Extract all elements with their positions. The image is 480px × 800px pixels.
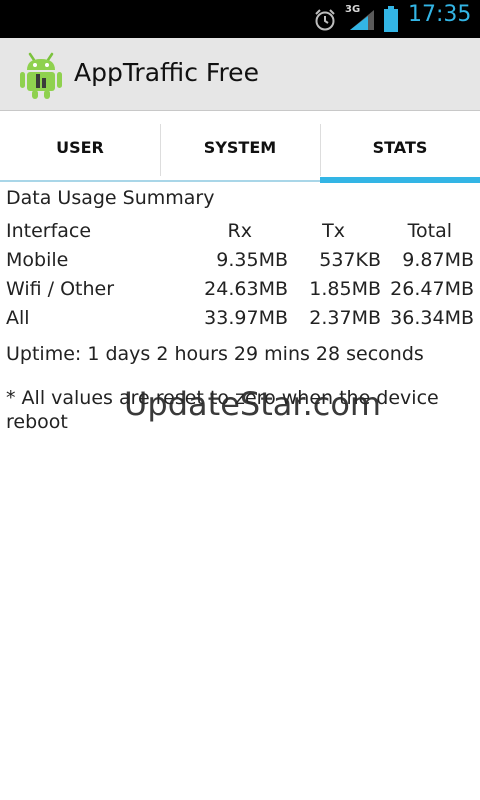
app-title: AppTraffic Free: [74, 58, 259, 87]
tab-stats-indicator: [320, 177, 480, 183]
interface-name: Mobile: [6, 249, 69, 271]
total-value: 36.34MB: [390, 307, 474, 329]
tab-bar: USER SYSTEM STATS: [0, 120, 480, 183]
tab-stats-label: STATS: [372, 138, 428, 157]
tx-value: 1.85MB: [309, 278, 381, 300]
interface-name: All: [6, 307, 30, 329]
rx-value: 33.97MB: [204, 307, 288, 329]
tx-value: 2.37MB: [309, 307, 381, 329]
column-header-total: Total: [407, 220, 452, 242]
tab-user-indicator: [0, 180, 160, 182]
total-value: 9.87MB: [402, 249, 474, 271]
tx-value: 537KB: [319, 249, 381, 271]
action-bar: AppTraffic Free: [0, 38, 480, 111]
column-header-tx: Tx: [322, 220, 345, 242]
tab-user[interactable]: USER: [0, 120, 160, 183]
column-header-interface: Interface: [6, 220, 92, 242]
stats-row-mobile: Mobile 9.35MB 537KB 9.87MB: [0, 249, 480, 278]
total-value: 26.47MB: [390, 278, 474, 300]
tab-system-indicator: [160, 180, 320, 182]
watermark: UpdateStar.com: [124, 385, 382, 423]
android-app-icon: [20, 52, 62, 99]
uptime-text: Uptime: 1 days 2 hours 29 mins 28 second…: [6, 343, 424, 365]
rx-value: 9.35MB: [216, 249, 288, 271]
stats-row-all: All 33.97MB 2.37MB 36.34MB: [0, 307, 480, 336]
column-header-rx: Rx: [227, 220, 252, 242]
status-clock: 17:35: [408, 2, 472, 27]
tab-user-label: USER: [56, 138, 104, 157]
tab-stats[interactable]: STATS: [320, 120, 480, 183]
rx-value: 24.63MB: [204, 278, 288, 300]
stats-header-row: Interface Rx Tx Total: [0, 220, 480, 249]
tab-system[interactable]: SYSTEM: [160, 120, 320, 183]
tab-system-label: SYSTEM: [203, 138, 277, 157]
signal-icon: [350, 10, 374, 30]
summary-title: Data Usage Summary: [6, 187, 215, 209]
status-bar: 3G 17:35: [0, 0, 480, 38]
interface-name: Wifi / Other: [6, 278, 115, 300]
alarm-icon: [315, 9, 335, 31]
battery-icon: [384, 6, 398, 32]
stats-row-wifi: Wifi / Other 24.63MB 1.85MB 26.47MB: [0, 278, 480, 307]
